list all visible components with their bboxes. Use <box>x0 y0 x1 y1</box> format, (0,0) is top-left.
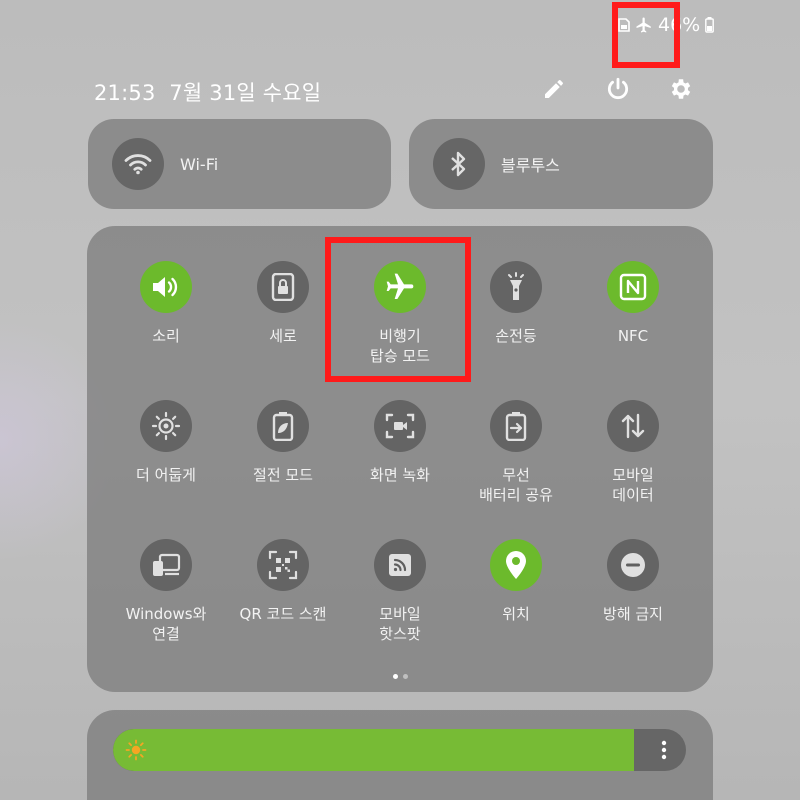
bluetooth-tile[interactable]: 블루투스 <box>409 119 713 209</box>
qr-scan-label: QR 코드 스캔 <box>239 605 327 623</box>
sim-icon <box>618 18 630 32</box>
link-windows-tile[interactable]: Windows와 연결 <box>106 539 226 644</box>
hotspot-label: 모바일 핫스팟 <box>379 605 421 643</box>
wifi-tile[interactable]: Wi-Fi <box>88 119 391 209</box>
hotspot-icon <box>389 554 411 576</box>
date-text: 7월 31일 수요일 <box>169 81 322 105</box>
nfc-label: NFC <box>617 327 649 345</box>
airplane-mode-label: 비행기 탑승 모드 <box>370 327 430 365</box>
flashlight-tile[interactable]: 손전등 <box>456 261 576 346</box>
quick-settings-panel: 소리 세로 비행기 탑승 모드 손전등 NFC 더 어둡게 절전 모드 화면 녹… <box>87 226 713 692</box>
do-not-disturb-label: 방해 금지 <box>603 605 663 623</box>
nfc-tile[interactable]: NFC <box>573 261 693 346</box>
mobile-data-icon <box>621 413 645 439</box>
clock-time: 21:53 <box>94 81 156 105</box>
bluetooth-label: 블루투스 <box>501 156 560 175</box>
sound-icon <box>153 277 178 297</box>
do-not-disturb-icon <box>621 553 645 577</box>
power-saving-tile[interactable]: 절전 모드 <box>223 400 343 485</box>
page-dot-2[interactable] <box>402 674 408 679</box>
qr-scan-icon <box>268 550 298 580</box>
bluetooth-icon <box>451 151 466 177</box>
power-icon <box>607 77 629 100</box>
hotspot-tile[interactable]: 모바일 핫스팟 <box>340 539 460 644</box>
battery-share-icon <box>505 412 527 441</box>
nfc-icon <box>619 273 647 301</box>
flashlight-icon <box>508 272 524 300</box>
flashlight-label: 손전등 <box>495 327 537 345</box>
brightness-panel <box>87 710 713 800</box>
location-label: 위치 <box>502 605 530 623</box>
brightness-fill <box>113 729 635 771</box>
do-not-disturb-tile[interactable]: 방해 금지 <box>573 539 693 624</box>
link-windows-label: Windows와 연결 <box>125 605 207 643</box>
extra-dim-label: 더 어둡게 <box>136 466 196 484</box>
edit-icon <box>545 80 563 98</box>
brightness-slider[interactable] <box>113 729 686 771</box>
settings-button[interactable] <box>666 74 696 104</box>
battery-icon <box>705 17 715 33</box>
mobile-data-tile[interactable]: 모바일 데이터 <box>573 400 693 505</box>
sound-label: 소리 <box>152 327 180 345</box>
settings-icon <box>671 79 691 99</box>
brightness-more-button[interactable] <box>652 738 676 762</box>
sun-icon <box>125 739 147 761</box>
link-windows-icon <box>153 553 181 576</box>
screen-record-tile[interactable]: 화면 녹화 <box>340 400 460 485</box>
screen-record-label: 화면 녹화 <box>370 466 430 484</box>
edit-button[interactable] <box>539 74 569 104</box>
mobile-data-label: 모바일 데이터 <box>612 466 654 504</box>
location-icon <box>506 551 526 579</box>
battery-percent: 46% <box>658 14 701 36</box>
power-button[interactable] <box>603 74 633 104</box>
power-saving-label: 절전 모드 <box>253 466 313 484</box>
screen-record-icon <box>385 413 415 439</box>
battery-share-label: 무선 배터리 공유 <box>479 466 553 504</box>
wifi-label: Wi-Fi <box>180 154 219 174</box>
page-indicator <box>87 674 713 679</box>
extra-dim-tile[interactable]: 더 어둡게 <box>106 400 226 485</box>
date-time: 21:53 7월 31일 수요일 <box>94 77 321 107</box>
location-tile[interactable]: 위치 <box>456 539 576 624</box>
qr-scan-tile[interactable]: QR 코드 스캔 <box>223 539 343 624</box>
status-bar: 46% <box>618 14 715 36</box>
airplane-mode-tile[interactable]: 비행기 탑승 모드 <box>340 261 460 366</box>
airplane-icon <box>635 16 653 34</box>
airplane-icon <box>386 273 414 299</box>
more-options-icon <box>661 740 667 760</box>
portrait-label: 세로 <box>269 327 297 345</box>
page-dot-1[interactable] <box>392 674 398 679</box>
portrait-lock-icon <box>271 273 295 301</box>
battery-share-tile[interactable]: 무선 배터리 공유 <box>456 400 576 505</box>
wifi-icon <box>124 154 152 175</box>
portrait-lock-tile[interactable]: 세로 <box>223 261 343 346</box>
power-saving-icon <box>272 412 294 441</box>
extra-dim-icon <box>151 411 181 441</box>
sound-tile[interactable]: 소리 <box>106 261 226 346</box>
